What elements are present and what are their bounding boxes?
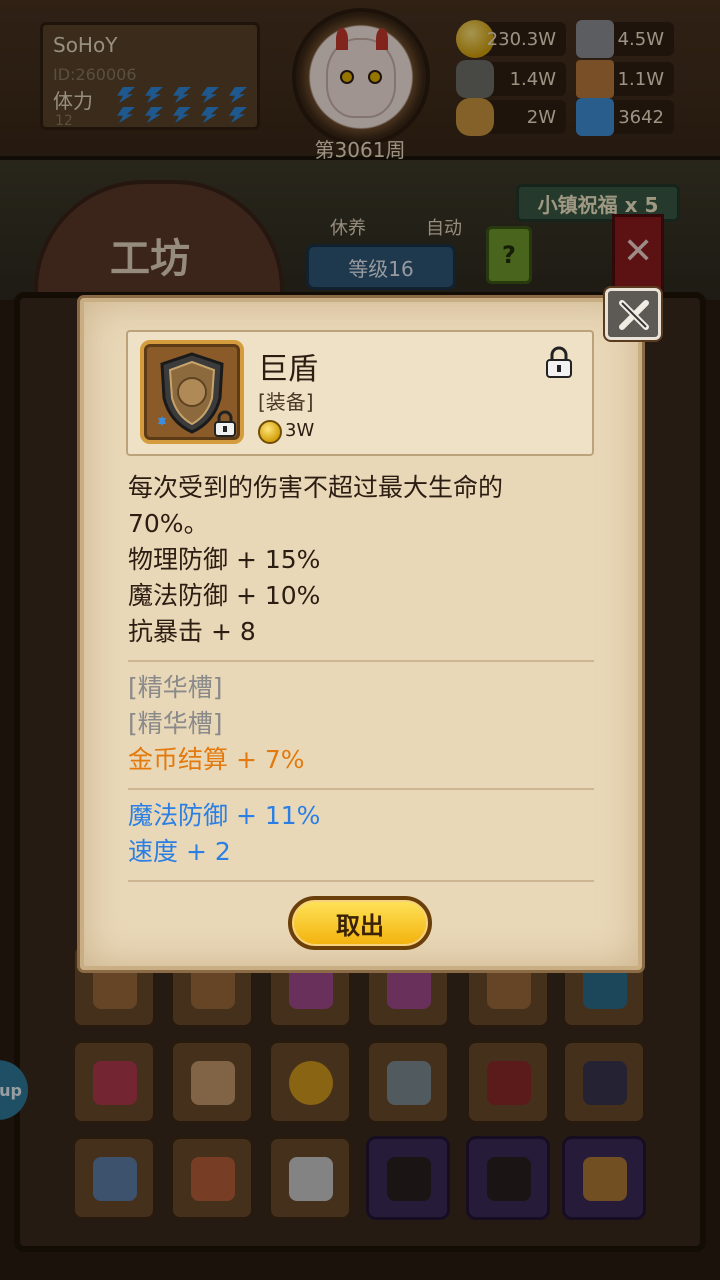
essence-slot: [精华槽] [128, 709, 223, 738]
item-icon-frame [140, 340, 244, 444]
stat-line: 物理防御 + 15% [128, 545, 321, 574]
divider [128, 660, 594, 662]
lock-icon [546, 346, 572, 378]
lock-toggle-button[interactable] [544, 346, 574, 384]
item-description-line2: 70%。 [128, 509, 209, 538]
item-type: [装备] [258, 390, 314, 414]
divider [128, 788, 594, 790]
stat-line: 抗暴击 + 8 [128, 617, 256, 646]
gold-coin-icon [258, 420, 282, 444]
item-name: 巨盾 [258, 352, 318, 387]
divider [128, 880, 594, 882]
essence-slot: [精华槽] [128, 673, 223, 702]
item-price: 3W [285, 420, 315, 441]
lock-icon [214, 410, 236, 437]
take-out-button[interactable]: 取出 [288, 896, 432, 950]
close-button[interactable] [605, 288, 661, 340]
essence-bonus: 金币结算 + 7% [128, 745, 305, 774]
extra-stat-line: 速度 + 2 [128, 837, 231, 866]
extra-stat-line: 魔法防御 + 11% [128, 801, 321, 830]
close-icon [619, 300, 649, 330]
item-description: 每次受到的伤害不超过最大生命的 [128, 473, 504, 502]
stat-line: 魔法防御 + 10% [128, 581, 321, 610]
